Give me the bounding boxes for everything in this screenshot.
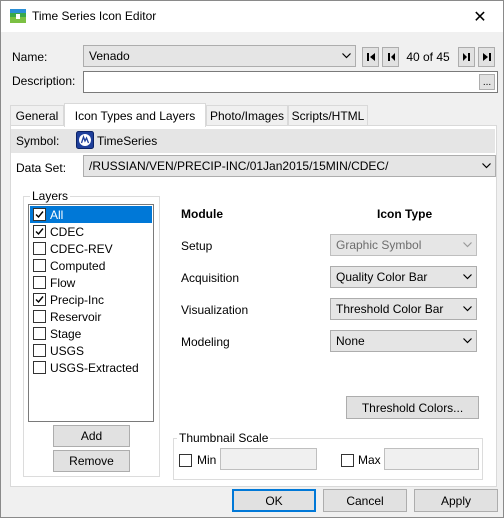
next-record-button[interactable] [458,47,475,67]
layer-label: Computed [50,258,106,273]
layer-label: CDEC-REV [50,241,113,256]
acquisition-icon-type-value: Quality Color Bar [336,270,428,284]
description-browse-button[interactable]: ... [479,74,495,90]
close-icon[interactable]: ✕ [457,1,503,32]
dataset-label: Data Set: [16,161,67,175]
name-value: Venado [89,49,130,63]
checkbox[interactable] [33,242,46,255]
checkbox[interactable] [33,310,46,323]
min-label: Min [197,453,217,467]
layer-label: Reservoir [50,309,102,324]
window-title: Time Series Icon Editor [32,9,157,23]
modeling-icon-type-value: None [336,334,365,348]
icon-type-header: Icon Type [377,207,433,221]
chevron-down-icon [463,242,472,248]
checkmark-icon [35,228,44,236]
min-field[interactable] [220,448,317,470]
time-series-icon-editor-window: Time Series Icon Editor ✕ Name: Venado 4… [0,0,504,518]
module-header: Module [181,207,223,221]
layers-list[interactable]: All CDEC CDEC-REV Computed Flow Precip-I… [28,204,154,422]
module-acquisition-label: Acquisition [181,271,240,285]
list-item[interactable]: Stage [30,325,152,342]
list-item[interactable]: Flow [30,274,152,291]
checkbox[interactable] [33,259,46,272]
layer-label: USGS-Extracted [50,360,139,375]
tab-general[interactable]: General [10,105,64,126]
min-checkbox[interactable] [179,454,192,467]
record-counter: 40 of 45 [401,47,455,67]
module-setup-label: Setup [181,239,213,253]
modeling-icon-type-dropdown[interactable]: None [330,330,477,352]
apply-button[interactable]: Apply [414,489,498,512]
checkbox[interactable] [33,293,46,306]
list-item[interactable]: USGS-Extracted [30,359,152,376]
list-item[interactable]: Reservoir [30,308,152,325]
list-item[interactable]: CDEC-REV [30,240,152,257]
previous-record-button[interactable] [382,47,399,67]
layers-title: Layers [30,189,71,203]
list-item[interactable]: USGS [30,342,152,359]
acquisition-icon-type-dropdown[interactable]: Quality Color Bar [330,266,477,288]
ok-button[interactable]: OK [232,489,316,512]
checkmark-icon [35,211,44,219]
tab-icon-types-and-layers[interactable]: Icon Types and Layers [64,103,206,127]
list-item[interactable]: CDEC [30,223,152,240]
threshold-colors-button[interactable]: Threshold Colors... [346,396,479,419]
chevron-down-icon [342,53,351,59]
visualization-icon-type-value: Threshold Color Bar [336,302,444,316]
layer-label: Precip-Inc [50,292,105,307]
max-label: Max [358,453,381,467]
module-modeling-label: Modeling [181,335,230,349]
dataset-value: /RUSSIAN/VEN/PRECIP-INC/01Jan2015/15MIN/… [89,159,389,173]
checkbox[interactable] [33,276,46,289]
chevron-down-icon [463,274,472,280]
remove-layer-button[interactable]: Remove [53,450,130,472]
max-field[interactable] [384,448,479,470]
dataset-dropdown[interactable]: /RUSSIAN/VEN/PRECIP-INC/01Jan2015/15MIN/… [83,155,496,177]
chevron-down-icon [463,306,472,312]
thumbnail-scale-title: Thumbnail Scale [177,431,271,445]
checkmark-icon [35,296,44,304]
list-item[interactable]: All [30,206,152,223]
layer-label: Stage [50,326,82,341]
checkbox[interactable] [33,208,46,221]
module-visualization-label: Visualization [181,303,249,317]
tab-photo-images[interactable]: Photo/Images [206,105,288,126]
symbol-label: Symbol: [16,134,60,148]
list-item[interactable]: Computed [30,257,152,274]
description-label: Description: [12,74,76,88]
checkbox[interactable] [33,225,46,238]
chevron-down-icon [482,163,491,169]
max-checkbox[interactable] [341,454,354,467]
list-item[interactable]: Precip-Inc [30,291,152,308]
app-icon [10,9,26,23]
last-icon [482,53,491,61]
add-layer-button[interactable]: Add [53,425,130,447]
cancel-button[interactable]: Cancel [323,489,407,512]
tab-scripts-html[interactable]: Scripts/HTML [288,105,368,126]
first-icon [366,53,375,61]
layer-label: Flow [50,275,76,290]
name-label: Name: [12,50,48,64]
timeseries-symbol-icon[interactable] [76,131,94,149]
visualization-icon-type-dropdown[interactable]: Threshold Color Bar [330,298,477,320]
setup-icon-type-dropdown: Graphic Symbol [330,234,477,256]
setup-icon-type-value: Graphic Symbol [336,238,422,252]
layer-label: CDEC [50,224,85,239]
symbol-value: TimeSeries [97,134,158,148]
chevron-down-icon [463,338,472,344]
first-record-button[interactable] [362,47,379,67]
description-field[interactable]: ... [83,71,498,93]
checkbox[interactable] [33,361,46,374]
title-bar: Time Series Icon Editor ✕ [1,1,503,32]
next-icon [462,53,470,61]
last-record-button[interactable] [478,47,495,67]
layer-label: All [50,207,64,222]
checkbox[interactable] [33,344,46,357]
name-dropdown[interactable]: Venado [83,45,356,67]
layer-label: USGS [50,343,85,358]
checkbox[interactable] [33,327,46,340]
previous-icon [387,53,395,61]
